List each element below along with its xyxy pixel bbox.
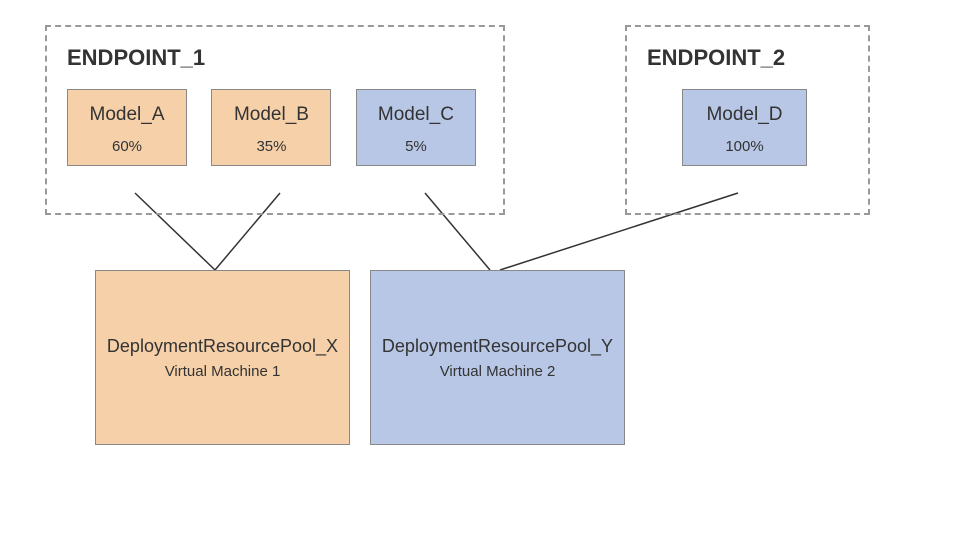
pool-x-sub: Virtual Machine 1 bbox=[165, 363, 281, 380]
model-b-pct: 35% bbox=[222, 138, 320, 155]
model-c-pct: 5% bbox=[367, 138, 465, 155]
pool-y-title: DeploymentResourcePool_Y bbox=[382, 336, 613, 357]
model-a-name: Model_A bbox=[78, 104, 176, 126]
pool-y-sub: Virtual Machine 2 bbox=[440, 363, 556, 380]
endpoint-2-title: ENDPOINT_2 bbox=[647, 45, 848, 71]
model-b-box: Model_B 35% bbox=[211, 89, 331, 166]
endpoint-1-box: ENDPOINT_1 Model_A 60% Model_B 35% Model… bbox=[45, 25, 505, 215]
model-d-name: Model_D bbox=[693, 104, 796, 126]
model-d-box: Model_D 100% bbox=[682, 89, 807, 166]
pool-y-box: DeploymentResourcePool_Y Virtual Machine… bbox=[370, 270, 625, 445]
model-a-pct: 60% bbox=[78, 138, 176, 155]
model-a-box: Model_A 60% bbox=[67, 89, 187, 166]
model-c-box: Model_C 5% bbox=[356, 89, 476, 166]
model-c-name: Model_C bbox=[367, 104, 465, 126]
endpoint-2-box: ENDPOINT_2 Model_D 100% bbox=[625, 25, 870, 215]
model-b-name: Model_B bbox=[222, 104, 320, 126]
pool-x-title: DeploymentResourcePool_X bbox=[107, 336, 338, 357]
endpoint-1-title: ENDPOINT_1 bbox=[67, 45, 483, 71]
pool-x-box: DeploymentResourcePool_X Virtual Machine… bbox=[95, 270, 350, 445]
model-d-pct: 100% bbox=[693, 138, 796, 155]
